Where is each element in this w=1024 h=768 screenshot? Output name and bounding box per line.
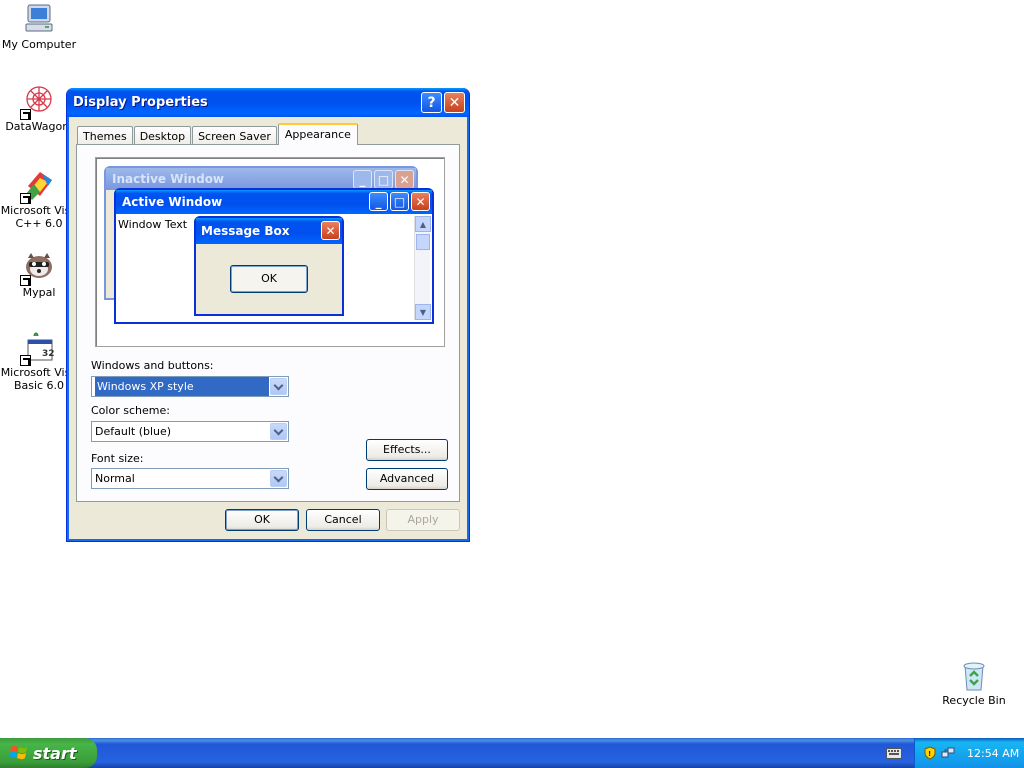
preview-active-caption-buttons: _ □ ✕ xyxy=(367,192,430,211)
preview-scrollbar: ▲ ▼ xyxy=(414,216,431,320)
preview-ok-button: OK xyxy=(230,265,308,293)
desktop-icon-label: My Computer xyxy=(1,38,77,51)
windows-buttons-value: Windows XP style xyxy=(95,377,269,396)
computer-icon xyxy=(22,2,56,36)
clock[interactable]: 12:54 AM xyxy=(967,747,1019,760)
chevron-down-icon[interactable] xyxy=(270,378,287,395)
shortcut-arrow-icon xyxy=(20,275,31,286)
close-button[interactable]: ✕ xyxy=(444,92,465,113)
taskbar: start ! 12:54 AM xyxy=(0,738,1024,768)
chevron-down-icon[interactable] xyxy=(270,470,287,487)
font-size-label: Font size: xyxy=(91,452,144,465)
visual-cpp-icon xyxy=(20,168,56,204)
shortcut-arrow-icon xyxy=(20,193,31,204)
close-icon: ✕ xyxy=(321,221,340,240)
font-size-value: Normal xyxy=(95,472,135,485)
datawagon-icon xyxy=(20,84,56,120)
desktop-icon-recycle-bin[interactable]: Recycle Bin xyxy=(935,658,1013,707)
tab-appearance[interactable]: Appearance xyxy=(277,123,358,145)
keyboard-icon[interactable] xyxy=(886,746,902,760)
shortcut-arrow-icon xyxy=(20,355,31,366)
appearance-tab-panel: Inactive Window _ □ ✕ Active Window _ □ … xyxy=(76,144,460,502)
preview-message-box: Message Box ✕ OK xyxy=(194,216,344,316)
minimize-icon: _ xyxy=(353,170,372,189)
windows-buttons-label: Windows and buttons: xyxy=(91,359,214,372)
svg-text:!: ! xyxy=(928,750,931,758)
minimize-icon: _ xyxy=(369,192,388,211)
preview-window-text: Window Text xyxy=(118,218,188,231)
font-size-select[interactable]: Normal xyxy=(91,468,289,489)
color-scheme-label: Color scheme: xyxy=(91,404,170,417)
start-label: start xyxy=(33,743,77,763)
apply-button[interactable]: Apply xyxy=(386,509,460,531)
dialog-title: Display Properties xyxy=(73,95,208,110)
windows-buttons-select[interactable]: Windows XP style xyxy=(91,376,289,397)
visual-basic-icon: 32 xyxy=(20,330,56,366)
maximize-icon: □ xyxy=(390,192,409,211)
color-scheme-select[interactable]: Default (blue) xyxy=(91,421,289,442)
shortcut-arrow-icon xyxy=(20,109,31,120)
close-icon: ✕ xyxy=(411,192,430,211)
preview-inactive-caption-buttons: _ □ ✕ xyxy=(351,170,414,189)
cancel-button[interactable]: Cancel xyxy=(306,509,380,531)
preview-message-caption-buttons: ✕ xyxy=(319,221,340,240)
scroll-up-icon: ▲ xyxy=(415,216,431,232)
help-button[interactable]: ? xyxy=(421,92,442,113)
security-shield-icon[interactable]: ! xyxy=(923,746,937,760)
desktop-icon-label: Recycle Bin xyxy=(942,694,1006,707)
start-button[interactable]: start xyxy=(0,738,97,768)
recycle-bin-icon xyxy=(957,658,991,692)
effects-button[interactable]: Effects... xyxy=(366,439,448,461)
desktop-icon-my-computer[interactable]: My Computer xyxy=(0,2,78,51)
svg-text:32: 32 xyxy=(42,349,55,359)
dialog-titlebar[interactable]: Display Properties ? ✕ xyxy=(67,88,469,117)
color-scheme-value: Default (blue) xyxy=(95,425,172,438)
mypal-icon xyxy=(20,250,56,286)
scroll-down-icon: ▼ xyxy=(415,304,431,320)
maximize-icon: □ xyxy=(374,170,393,189)
system-tray: ! 12:54 AM xyxy=(914,738,1024,768)
close-icon: ✕ xyxy=(395,170,414,189)
advanced-button[interactable]: Advanced xyxy=(366,468,448,490)
chevron-down-icon[interactable] xyxy=(270,423,287,440)
appearance-preview: Inactive Window _ □ ✕ Active Window _ □ … xyxy=(95,157,445,347)
scroll-thumb xyxy=(416,234,430,250)
ok-button[interactable]: OK xyxy=(225,509,299,531)
display-properties-dialog: Display Properties ? ✕ Themes Desktop Sc… xyxy=(66,88,470,542)
windows-logo-icon xyxy=(10,745,27,760)
network-icon[interactable] xyxy=(941,746,955,760)
